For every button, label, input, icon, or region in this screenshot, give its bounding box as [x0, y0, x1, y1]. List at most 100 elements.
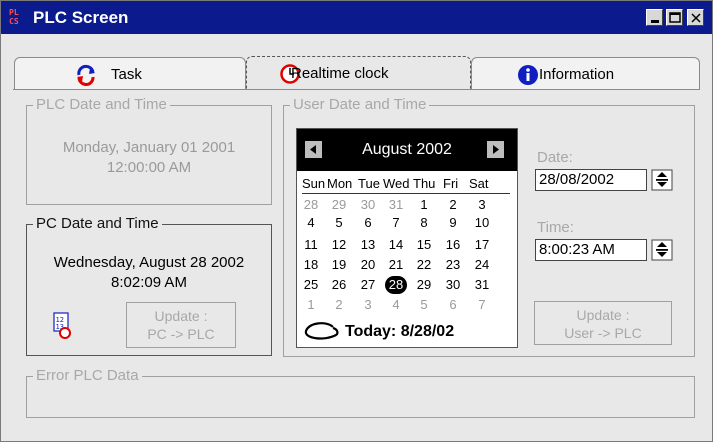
- calendar-day[interactable]: 24: [471, 257, 493, 273]
- date-field[interactable]: 28/08/2002: [535, 169, 647, 191]
- error-plc-data-title: Error PLC Data: [33, 367, 142, 385]
- minimize-button[interactable]: [646, 9, 663, 26]
- calendar-day[interactable]: 17: [471, 237, 493, 253]
- time-field[interactable]: 8:00:23 AM: [535, 239, 647, 261]
- next-month-button[interactable]: [487, 141, 504, 158]
- app-icon-text-bottom: CS: [9, 17, 19, 26]
- calendar-weekday-mon: Mon: [327, 176, 353, 191]
- calendar-day[interactable]: 2: [442, 197, 464, 213]
- maximize-icon: [669, 12, 681, 23]
- calendar-day[interactable]: 16: [442, 237, 464, 253]
- calendar-day-selected[interactable]: 28: [385, 276, 407, 294]
- calendar-day[interactable]: 8: [413, 215, 435, 231]
- calendar-day[interactable]: 7: [471, 297, 493, 313]
- tab-task[interactable]: Task: [14, 57, 246, 90]
- calendar-day[interactable]: 1: [413, 197, 435, 213]
- title-bar[interactable]: PL CS PLC Screen: [1, 1, 712, 34]
- calendar-day[interactable]: 6: [442, 297, 464, 313]
- calendar-day[interactable]: 18: [300, 257, 322, 273]
- time-label: Time:: [537, 219, 574, 236]
- calendar-day[interactable]: 10: [471, 215, 493, 231]
- plc-date-time-title: PLC Date and Time: [33, 96, 170, 114]
- plc-date-time-group: PLC Date and Time Monday, January 01 200…: [26, 96, 272, 205]
- calendar-day[interactable]: 21: [385, 257, 407, 273]
- tab-realtime-clock-label: Realtime clock: [291, 65, 389, 82]
- pc-date-line: Wednesday, August 28 2002: [53, 254, 245, 271]
- calendar-day[interactable]: 3: [357, 297, 379, 313]
- calendar-day[interactable]: 7: [385, 215, 407, 231]
- calendar-header: August 2002: [297, 129, 517, 171]
- tab-task-label: Task: [111, 66, 142, 83]
- calendar-day[interactable]: 31: [385, 197, 407, 213]
- calendar-day[interactable]: 1: [300, 297, 322, 313]
- user-date-time-title: User Date and Time: [290, 96, 430, 114]
- tab-realtime-clock[interactable]: Realtime clock: [246, 56, 471, 90]
- close-icon: [691, 13, 701, 23]
- tab-information-label: Information: [539, 66, 615, 83]
- time-spinner[interactable]: [651, 239, 673, 261]
- calendar-day[interactable]: 11: [300, 237, 322, 253]
- calendar-day[interactable]: 15: [413, 237, 435, 253]
- today-circle-icon: [304, 322, 339, 340]
- calendar-day[interactable]: 13: [357, 237, 379, 253]
- calendar-day[interactable]: 3: [471, 197, 493, 213]
- calendar-weekday-thu: Thu: [413, 176, 436, 191]
- calendar-day[interactable]: 26: [328, 277, 350, 293]
- app-icon: PL CS: [9, 8, 25, 26]
- calendar-day[interactable]: 12: [328, 237, 350, 253]
- calendar-day[interactable]: 25: [300, 277, 322, 293]
- error-plc-data-group: Error PLC Data: [26, 367, 695, 418]
- update-user-to-plc-line1: Update :: [576, 307, 630, 323]
- update-pc-to-plc-button[interactable]: Update : PC -> PLC: [126, 302, 236, 348]
- calendar-day[interactable]: 30: [357, 197, 379, 213]
- calendar-weekday-fri: Fri: [443, 176, 459, 191]
- calendar-day[interactable]: 29: [328, 197, 350, 213]
- calendar-weekday-tue: Tue: [358, 176, 380, 191]
- update-user-to-plc-line2: User -> PLC: [564, 325, 642, 341]
- calendar-day[interactable]: 6: [357, 215, 379, 231]
- today-link[interactable]: Today: 8/28/02: [345, 323, 454, 341]
- pc-date-time-group: PC Date and Time Wednesday, August 28 20…: [26, 215, 272, 356]
- info-icon: [518, 65, 538, 85]
- calendar-day[interactable]: 2: [328, 297, 350, 313]
- calendar-weekday-wed: Wed: [383, 176, 410, 191]
- pc-date-time-title: PC Date and Time: [33, 215, 162, 233]
- calendar-day[interactable]: 4: [385, 297, 407, 313]
- calendar-day[interactable]: 9: [442, 215, 464, 231]
- calendar-divider: [302, 193, 510, 194]
- update-user-to-plc-button[interactable]: Update : User -> PLC: [534, 301, 672, 345]
- calendar-day[interactable]: 23: [442, 257, 464, 273]
- calendar-day[interactable]: 19: [328, 257, 350, 273]
- plc-date-line: Monday, January 01 2001: [62, 139, 236, 156]
- app-icon-text-top: PL: [9, 8, 19, 17]
- close-button[interactable]: [687, 9, 704, 26]
- calendar-day[interactable]: 29: [413, 277, 435, 293]
- calendar-day[interactable]: 22: [413, 257, 435, 273]
- calendar-day[interactable]: 4: [300, 215, 322, 231]
- calendar-day[interactable]: 5: [413, 297, 435, 313]
- date-spinner[interactable]: [651, 169, 673, 191]
- date-label: Date:: [537, 149, 573, 166]
- calendar-month-label: August 2002: [362, 141, 452, 158]
- calendar-clock-icon: 12 13: [53, 312, 71, 339]
- cycle-arrows-icon: [77, 64, 95, 86]
- calendar-weekday-sat: Sat: [469, 176, 489, 191]
- calendar-day[interactable]: 31: [471, 277, 493, 293]
- minimize-icon: [651, 20, 659, 23]
- calendar-day[interactable]: 14: [385, 237, 407, 253]
- calendar-day[interactable]: 30: [442, 277, 464, 293]
- tab-information[interactable]: Information: [471, 57, 700, 90]
- pc-time-line: 8:02:09 AM: [111, 274, 187, 291]
- plc-time-line: 12:00:00 AM: [106, 159, 192, 176]
- calendar-day[interactable]: 28: [300, 197, 322, 213]
- calendar-weekday-sun: Sun: [302, 176, 326, 191]
- calendar[interactable]: August 2002 Sun Mon Tue Wed Thu Fri Sat 28 29 30…: [296, 128, 518, 348]
- triangle-right-icon: [493, 145, 499, 154]
- calendar-day[interactable]: 20: [357, 257, 379, 273]
- plc-screen-window: PL CS PLC Screen Task Realtime clock Inf…: [0, 0, 713, 442]
- calendar-day[interactable]: 5: [328, 215, 350, 231]
- window-title: PLC Screen: [33, 8, 129, 27]
- tab-panel-border: [13, 89, 700, 90]
- calendar-day[interactable]: 27: [357, 277, 379, 293]
- maximize-button[interactable]: [666, 9, 683, 26]
